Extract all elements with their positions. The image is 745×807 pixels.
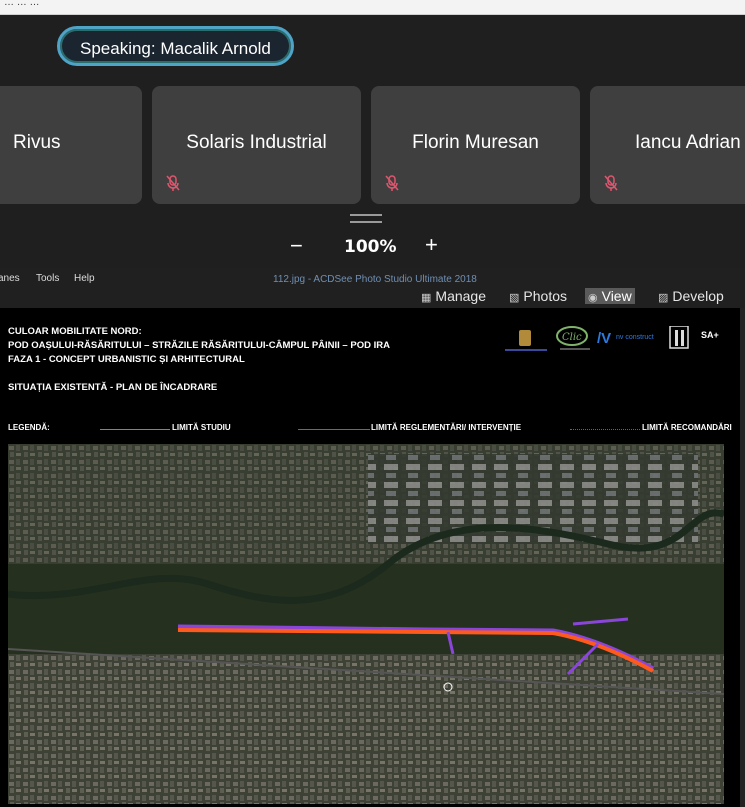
- legend-regulation: LIMITĂ REGLEMENTĂRI/ INTERVENȚIE: [371, 423, 522, 432]
- mode-label: Photos: [523, 288, 567, 304]
- image-viewer[interactable]: CULOAR MOBILITATE NORD: POD OAȘULUI-RĂSĂ…: [0, 308, 740, 807]
- resize-handle[interactable]: [350, 214, 382, 223]
- menu-help[interactable]: Help: [74, 273, 95, 284]
- legend-rec-line: [570, 429, 640, 430]
- logo-sa-text: SA+: [701, 330, 719, 340]
- zoom-out-button[interactable]: −: [290, 233, 303, 259]
- breadcrumb: … … …: [4, 0, 40, 8]
- participant-name: Florin Muresan: [412, 132, 539, 153]
- map-image: [8, 444, 724, 804]
- legend-study: LIMITĂ STUDIU: [172, 423, 231, 432]
- legend-recommendation: LIMITĂ RECOMANDĂRI: [642, 423, 732, 432]
- participant-tile[interactable]: Iancu Adrian: [590, 86, 745, 204]
- participant-tile[interactable]: Rivus: [0, 86, 142, 204]
- participant-tile[interactable]: Solaris Industrial: [152, 86, 361, 204]
- develop-icon: ▨: [658, 292, 669, 304]
- mode-label: Develop: [672, 288, 724, 304]
- mic-muted-icon: [604, 175, 618, 191]
- browser-strip: … … …: [0, 0, 745, 15]
- menu-panes[interactable]: anes: [0, 273, 20, 284]
- logo-clic-text: Clic: [562, 332, 582, 343]
- participant-name: Rivus: [13, 132, 61, 153]
- eye-icon: ◉: [588, 292, 598, 304]
- doc-title-3: FAZA 1 - CONCEPT URBANISTIC ȘI ARHITECTU…: [8, 354, 245, 365]
- logo-nv-text: nv construct: [616, 334, 654, 341]
- menu-tools[interactable]: Tools: [36, 273, 59, 284]
- logos-graphic: Clic /V nv construct SA+: [505, 325, 719, 351]
- photos-icon: ▧: [509, 292, 520, 304]
- partner-logos: Clic /V nv construct SA+: [505, 325, 730, 356]
- acdsee-window: anes Tools Help 112.jpg - ACDSee Photo S…: [0, 268, 745, 807]
- participant-tile[interactable]: Florin Muresan: [371, 86, 580, 204]
- participant-name: Solaris Industrial: [186, 132, 327, 153]
- window-title: 112.jpg - ACDSee Photo Studio Ultimate 2…: [273, 274, 477, 285]
- active-speaker-badge: Speaking: Macalik Arnold: [57, 26, 294, 66]
- grid-icon: ▦: [421, 292, 432, 304]
- doc-subtitle: SITUAȚIA EXISTENTĂ - PLAN DE ÎNCADRARE: [8, 382, 218, 393]
- mode-manage-button[interactable]: ▦ Manage: [418, 288, 489, 304]
- doc-title-2: POD OAȘULUI-RĂSĂRITULUI – STRĂZILE RĂSĂR…: [8, 340, 390, 351]
- video-call-panel: Speaking: Macalik Arnold Rivus Solaris I…: [0, 15, 745, 268]
- mode-view-button[interactable]: ◉ View: [585, 288, 635, 304]
- legend-label: LEGENDĂ:: [8, 423, 50, 432]
- doc-title-1: CULOAR MOBILITATE NORD:: [8, 326, 142, 337]
- svg-text:/V: /V: [597, 330, 611, 347]
- mode-label: Manage: [435, 288, 486, 304]
- mode-develop-button[interactable]: ▨ Develop: [655, 288, 727, 304]
- zoom-controls: − 100% +: [280, 231, 450, 261]
- mode-photos-button[interactable]: ▧ Photos: [506, 288, 570, 304]
- zoom-level: 100%: [344, 237, 397, 257]
- satellite-map[interactable]: [8, 444, 724, 804]
- legend-study-line: [100, 429, 170, 430]
- participant-name: Iancu Adrian: [635, 132, 741, 153]
- mode-label: View: [601, 288, 632, 304]
- legend-reg-line: [298, 429, 370, 430]
- zoom-in-button[interactable]: +: [425, 232, 438, 258]
- menu-bar: anes Tools Help 112.jpg - ACDSee Photo S…: [0, 268, 745, 308]
- mic-muted-icon: [385, 175, 399, 191]
- mic-muted-icon: [166, 175, 180, 191]
